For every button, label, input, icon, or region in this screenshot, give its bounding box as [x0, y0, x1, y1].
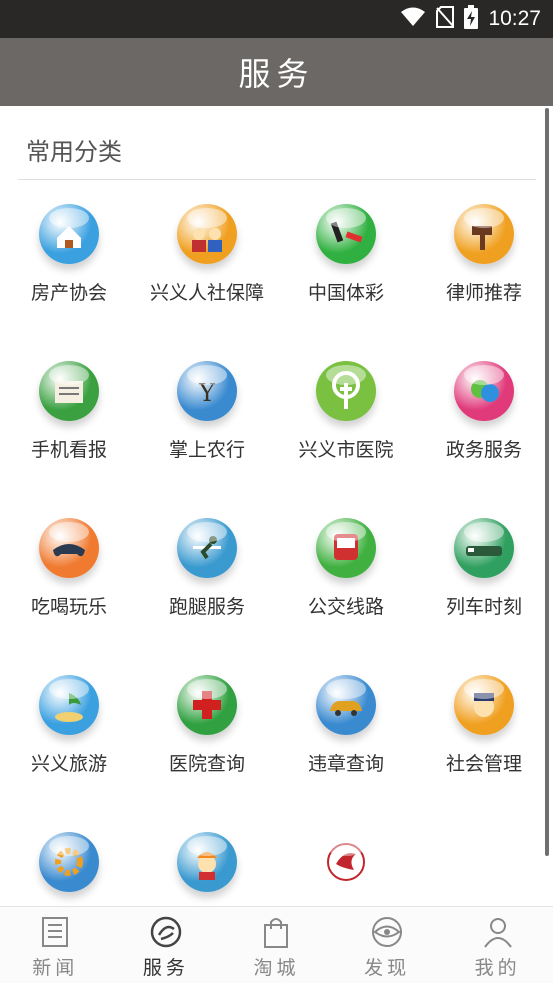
- service-item[interactable]: 兴义旅游: [0, 665, 138, 815]
- lottery-icon: [316, 204, 376, 264]
- service-item[interactable]: 公交线路: [277, 508, 415, 658]
- car-icon: [316, 675, 376, 735]
- service-item[interactable]: [0, 822, 138, 906]
- abc-bank-icon: Y: [177, 361, 237, 421]
- service-label: 医院查询: [168, 753, 245, 775]
- no-sim-icon: [436, 6, 455, 32]
- service-item[interactable]: 社会管理: [415, 665, 553, 815]
- section-title: 常用分类: [26, 138, 122, 166]
- bus-icon: [316, 518, 376, 578]
- house-icon: [39, 204, 99, 264]
- service-item[interactable]: [277, 822, 415, 906]
- service-label: 兴义旅游: [30, 753, 107, 775]
- service-item[interactable]: 律师推荐: [415, 194, 553, 344]
- service-label: 房产协会: [30, 282, 107, 304]
- service-label: 公交线路: [307, 596, 384, 618]
- service-item[interactable]: 医院查询: [138, 665, 276, 815]
- gavel-icon: [454, 204, 514, 264]
- battery-charging-icon: [464, 5, 479, 33]
- divider: [18, 179, 536, 180]
- status-bar: 10:27: [0, 0, 553, 38]
- runner-icon: [177, 518, 237, 578]
- service-label: 社会管理: [445, 753, 522, 775]
- service-label: 吃喝玩乐: [30, 596, 107, 618]
- service-label: 手机看报: [30, 439, 107, 461]
- service-item[interactable]: 兴义人社保障: [138, 194, 276, 344]
- service-label: 政务服务: [445, 439, 522, 461]
- service-label: 中国体彩: [307, 282, 384, 304]
- page-title: 服务: [238, 55, 315, 93]
- service-item[interactable]: Y 掌上农行: [138, 351, 276, 501]
- eye-icon: [372, 917, 403, 947]
- tab-label: 服务: [142, 957, 189, 979]
- shopping-bag-icon: [264, 918, 289, 948]
- service-item[interactable]: 中国体彩: [277, 194, 415, 344]
- tab-label: 淘城: [253, 957, 300, 979]
- service-item[interactable]: [138, 822, 276, 906]
- bottom-nav: 新闻 服务 淘城 发现 我的: [0, 906, 553, 983]
- newspaper-icon: [39, 361, 99, 421]
- service-label: 律师推荐: [445, 282, 522, 304]
- newspaper-tab-icon: [42, 917, 69, 947]
- police-icon: [454, 675, 514, 735]
- people-icon: [177, 204, 237, 264]
- service-tab-icon: [150, 916, 182, 948]
- svg-text:Y: Y: [198, 379, 216, 407]
- wifi-icon: [400, 7, 426, 31]
- gear-icon: [39, 832, 99, 892]
- tab-discover[interactable]: 发现: [332, 907, 443, 983]
- service-label: 违章查询: [307, 753, 384, 775]
- title-bar: 服务: [0, 38, 553, 106]
- service-item[interactable]: 跑腿服务: [138, 508, 276, 658]
- gamepad-icon: [39, 518, 99, 578]
- service-item[interactable]: 政务服务: [415, 351, 553, 501]
- service-item[interactable]: 违章查询: [277, 665, 415, 815]
- status-icons: 10:27: [400, 0, 541, 38]
- service-item[interactable]: 兴义市医院: [277, 351, 415, 501]
- service-item[interactable]: 列车时刻: [415, 508, 553, 658]
- service-item[interactable]: 房产协会: [0, 194, 138, 344]
- tab-news[interactable]: 新闻: [0, 907, 111, 983]
- tab-label: 发现: [364, 957, 411, 979]
- service-item[interactable]: 吃喝玩乐: [0, 508, 138, 658]
- hospital-tree-icon: [316, 361, 376, 421]
- tab-label: 新闻: [32, 957, 79, 979]
- tab-label: 我的: [474, 957, 521, 979]
- service-label: 掌上农行: [168, 439, 245, 461]
- tab-service[interactable]: 服务: [111, 907, 222, 983]
- train-icon: [454, 518, 514, 578]
- service-label: 兴义市医院: [298, 439, 394, 461]
- service-label: 列车时刻: [445, 596, 522, 618]
- red-cross-icon: [177, 675, 237, 735]
- tab-me[interactable]: 我的: [442, 907, 553, 983]
- beach-icon: [39, 675, 99, 735]
- school-seal-icon: [316, 832, 376, 892]
- service-item[interactable]: 手机看报: [0, 351, 138, 501]
- service-label: 跑腿服务: [168, 596, 245, 618]
- worker-icon: [177, 832, 237, 892]
- tab-shop[interactable]: 淘城: [221, 907, 332, 983]
- person-icon: [483, 918, 512, 948]
- status-time: 10:27: [488, 7, 541, 30]
- services-content[interactable]: 常用分类 房产协会 兴义人社保障 中国体彩 律师推荐手机看报 Y 掌上农行 兴义市医院 政务服…: [0, 106, 553, 906]
- service-label: 兴义人社保障: [149, 282, 264, 304]
- scrollbar[interactable]: [545, 108, 549, 856]
- government-icon: [454, 361, 514, 421]
